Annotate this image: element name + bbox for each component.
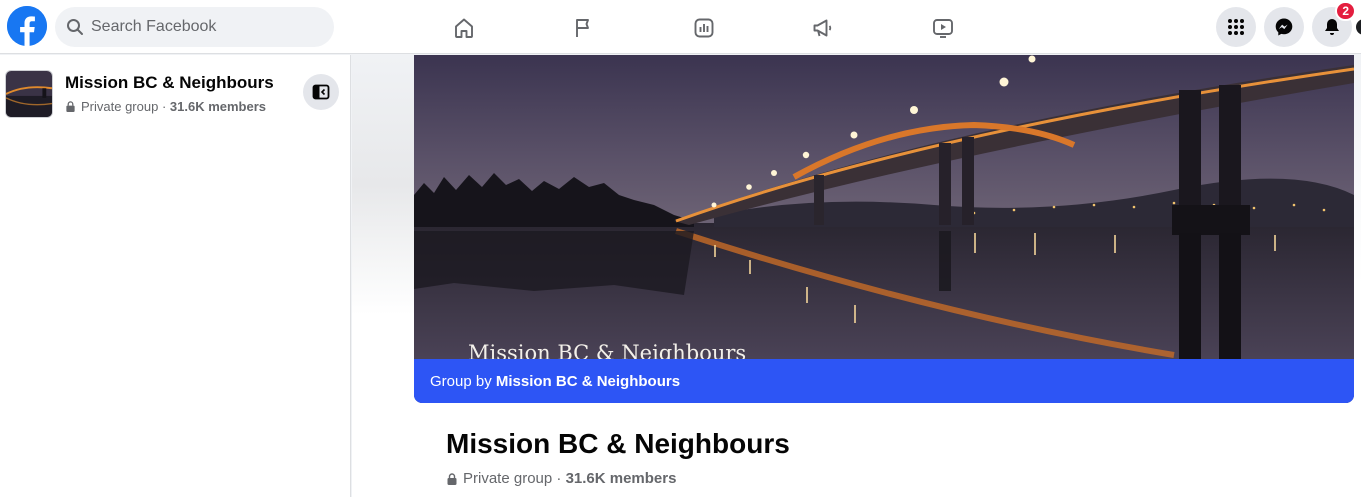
left-sidebar: Mission BC & Neighbours Private group · … (0, 55, 351, 497)
group-main-content: Mission BC & Neighbours Group by Mission… (352, 55, 1361, 497)
pages-flag-icon[interactable] (567, 11, 601, 45)
lock-icon (447, 472, 457, 485)
search-icon (67, 19, 83, 35)
account-avatar-edge[interactable] (1356, 19, 1361, 35)
group-owner-link[interactable]: Mission BC & Neighbours (496, 373, 680, 390)
sidebar-member-count: 31.6K members (169, 99, 267, 114)
meta-separator: · (158, 99, 170, 114)
top-navigation-bar: 2 (0, 0, 1361, 54)
group-title: Mission BC & Neighbours (446, 428, 790, 459)
search-box[interactable] (55, 7, 334, 47)
sidebar-group-meta: Private group · 31.6K members (65, 99, 266, 114)
lock-icon (66, 101, 75, 112)
sidebar-toggle-icon (312, 84, 330, 100)
facebook-logo-icon[interactable] (7, 6, 47, 46)
group-cover-photo[interactable]: Mission BC & Neighbours Group by Mission… (414, 55, 1354, 403)
group-owner-text: Group by Mission BC & Neighbours (430, 373, 681, 390)
meta-separator: · (552, 470, 566, 487)
ads-megaphone-icon[interactable] (806, 11, 840, 45)
notification-count-badge: 2 (1335, 1, 1356, 21)
watch-video-icon[interactable] (926, 11, 960, 45)
menu-grid-icon[interactable] (1216, 7, 1256, 47)
notifications-bell-icon[interactable]: 2 (1312, 1, 1356, 47)
sidebar-group-name[interactable]: Mission BC & Neighbours (65, 73, 274, 93)
messenger-icon[interactable] (1264, 7, 1304, 47)
collapse-sidebar-button[interactable] (303, 74, 339, 110)
home-icon[interactable] (447, 11, 481, 45)
groups-chart-icon[interactable] (687, 11, 721, 45)
cover-bridge-image (414, 55, 1354, 359)
group-thumbnail[interactable] (5, 70, 53, 118)
member-count[interactable]: 31.6K members (566, 470, 677, 487)
group-meta: Private group · 31.6K members (446, 470, 676, 487)
privacy-label[interactable]: Private group (463, 470, 552, 487)
group-owner-bar: Group by Mission BC & Neighbours (414, 359, 1354, 403)
sidebar-privacy-label: Private group (81, 99, 159, 114)
search-input[interactable] (91, 7, 321, 47)
cover-backdrop (352, 55, 414, 315)
